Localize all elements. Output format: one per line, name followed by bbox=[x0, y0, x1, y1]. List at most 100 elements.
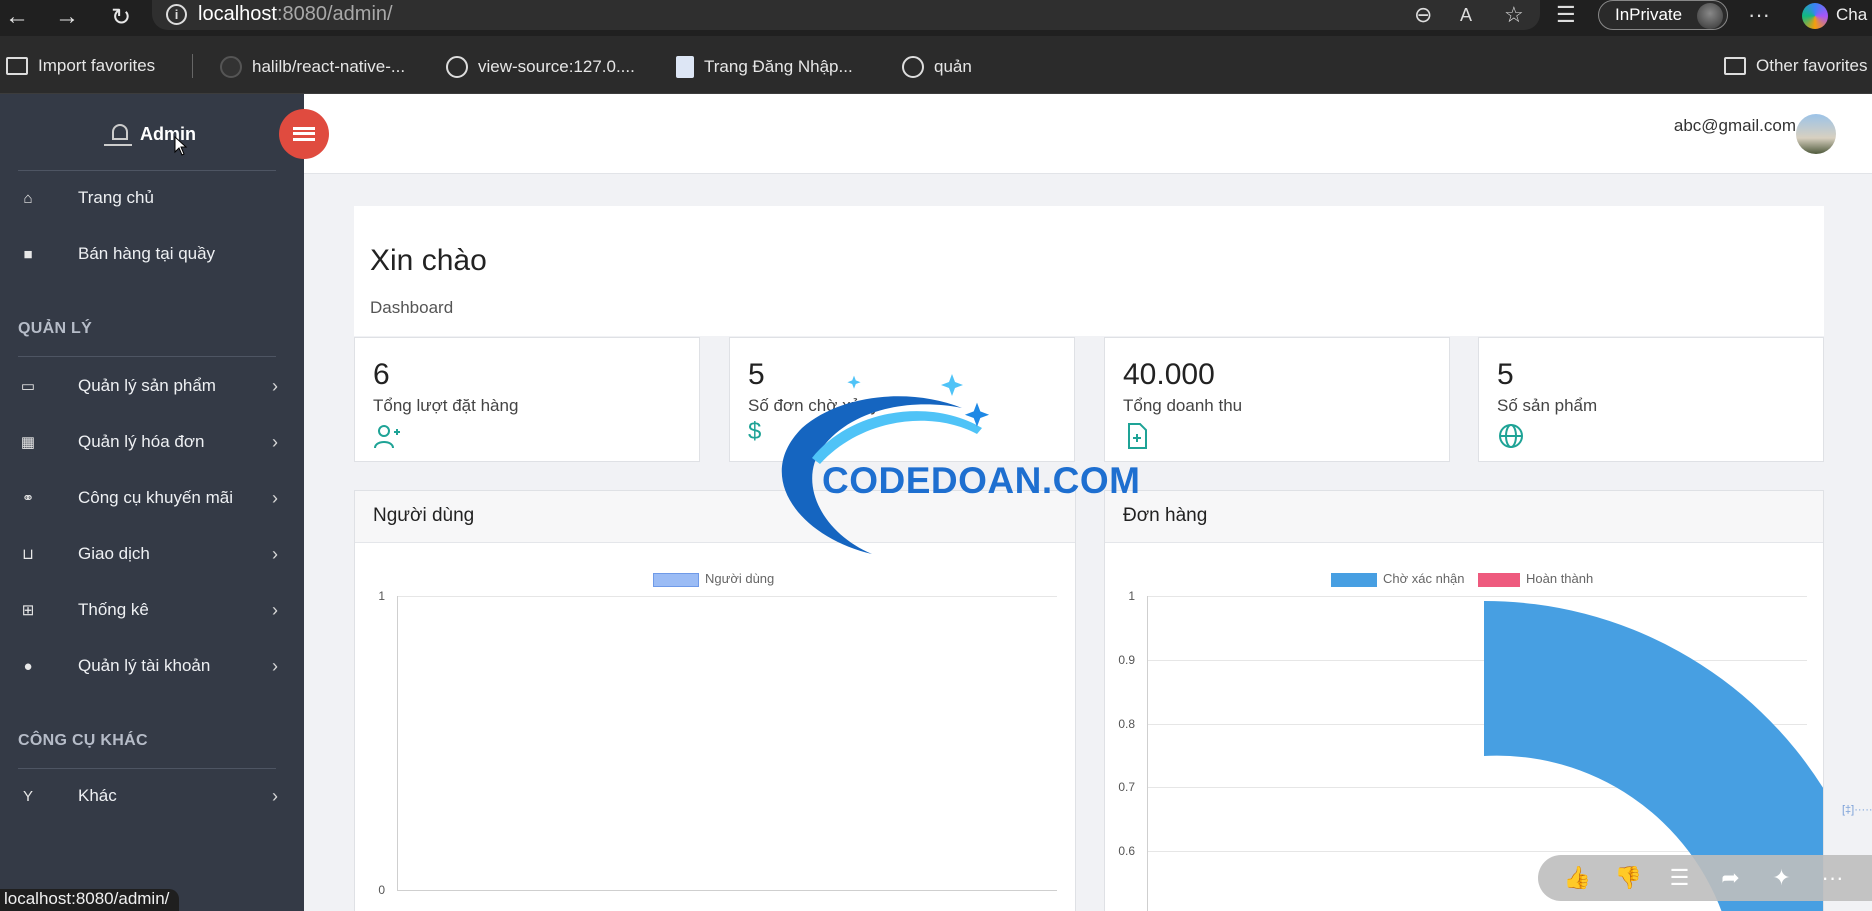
chevron-right-icon: › bbox=[272, 599, 278, 620]
more-options-icon[interactable]: ··· bbox=[1818, 865, 1848, 891]
copilot-label[interactable]: Cha bbox=[1836, 5, 1867, 25]
chart-legend-item[interactable]: Người dùng bbox=[653, 571, 774, 587]
address-bar[interactable]: i localhost:8080/admin/ ⊖ A ☆ bbox=[152, 0, 1540, 30]
pie-chart bbox=[1484, 600, 1823, 911]
table-icon: ▦ bbox=[20, 434, 36, 451]
sidebar-item-home[interactable]: ⌂ Trang chủ bbox=[0, 178, 304, 218]
link-status-bar: localhost:8080/admin/ bbox=[0, 889, 180, 911]
scroll-marker: [‡]······ bbox=[1842, 804, 1872, 816]
chart-card-users: Người dùng Người dùng 1 0 bbox=[354, 490, 1076, 911]
folder-icon bbox=[1724, 57, 1746, 75]
sidebar-item-label: Giao dịch bbox=[78, 544, 150, 563]
favorite-github[interactable]: halilb/react-native-... bbox=[220, 56, 405, 78]
stat-card-orders: 6 Tổng lượt đặt hàng bbox=[354, 337, 700, 462]
favorite-quan[interactable]: quản bbox=[902, 56, 972, 78]
more-icon[interactable]: ··· bbox=[1748, 2, 1770, 28]
user-plus-icon bbox=[374, 425, 400, 449]
sidebar-divider bbox=[18, 170, 276, 171]
stat-value: 5 bbox=[1497, 358, 1514, 391]
site-info-icon[interactable]: i bbox=[166, 4, 187, 25]
dollar-icon: $ bbox=[748, 418, 762, 445]
sitemap-icon: ⊞ bbox=[21, 602, 35, 619]
sidebar-divider bbox=[18, 768, 276, 769]
import-icon bbox=[6, 57, 28, 75]
favorite-view-source[interactable]: view-source:127.0.... bbox=[446, 56, 635, 78]
stat-label: Tổng doanh thu bbox=[1123, 396, 1243, 415]
legend-swatch bbox=[653, 572, 699, 587]
sidebar-item-label: Công cụ khuyến mãi bbox=[78, 488, 233, 507]
sidebar-item-promotions[interactable]: ⚭ Công cụ khuyến mãi › bbox=[0, 478, 304, 518]
chevron-right-icon: › bbox=[272, 543, 278, 564]
sidebar-item-invoices[interactable]: ▦ Quản lý hóa đơn › bbox=[0, 422, 304, 462]
stat-label: Số sản phẩm bbox=[1497, 396, 1598, 415]
globe-icon bbox=[1499, 424, 1523, 448]
stat-card-revenue: 40.000 Tổng doanh thu bbox=[1104, 337, 1450, 462]
cocktail-icon: Y bbox=[22, 787, 33, 805]
menu-icon bbox=[293, 127, 315, 141]
globe-icon bbox=[446, 56, 468, 78]
sidebar-item-pos[interactable]: ■ Bán hàng tại quầy bbox=[0, 234, 304, 274]
legend-label: Người dùng bbox=[705, 571, 775, 586]
share-icon[interactable]: ➦ bbox=[1716, 865, 1746, 891]
sidebar-item-products[interactable]: ▭ Quản lý sản phẩm › bbox=[0, 366, 304, 406]
page-subtitle: Dashboard bbox=[370, 298, 454, 317]
avatar[interactable] bbox=[1796, 114, 1836, 154]
sidebar-item-label: Thống kê bbox=[78, 600, 149, 619]
stat-card-products: 5 Số sản phẩm bbox=[1478, 337, 1824, 462]
sidebar-item-label: Quản lý tài khoản bbox=[78, 656, 211, 675]
favorite-login-page[interactable]: Trang Đăng Nhập... bbox=[676, 56, 853, 78]
page-icon bbox=[676, 56, 694, 78]
section-heading-other: CÔNG CỤ KHÁC bbox=[18, 732, 148, 749]
bag-icon: ■ bbox=[23, 245, 33, 263]
sidebar-item-other[interactable]: Y Khác › bbox=[0, 776, 304, 816]
user-email[interactable]: abc@gmail.com bbox=[1674, 116, 1796, 136]
chevron-right-icon: › bbox=[272, 487, 278, 508]
user-icon: ● bbox=[23, 657, 33, 675]
sidebar-item-label: Bán hàng tại quầy bbox=[78, 244, 216, 263]
thumbs-up-icon[interactable]: 👍 bbox=[1563, 865, 1593, 891]
top-header: abc@gmail.com bbox=[304, 94, 1872, 174]
inprivate-badge[interactable]: InPrivate bbox=[1598, 0, 1728, 30]
other-favorites[interactable]: Other favorites bbox=[1724, 56, 1868, 76]
url-text: localhost:8080/admin/ bbox=[198, 3, 393, 25]
favorites-list-icon[interactable]: ☰ bbox=[1556, 2, 1576, 28]
stat-label: Số đơn chờ xử lý bbox=[748, 396, 880, 415]
sidebar-item-transactions[interactable]: ⊔ Giao dịch › bbox=[0, 534, 304, 574]
thumbs-down-icon[interactable]: 👎 bbox=[1614, 865, 1644, 891]
y-tick-label: 0 bbox=[378, 883, 385, 897]
chart-card-orders: Đơn hàng Chờ xác nhận Hoàn thành 1 0.9 0… bbox=[1104, 490, 1824, 911]
laptop-icon: ▭ bbox=[20, 378, 36, 395]
copilot-icon[interactable] bbox=[1802, 3, 1828, 29]
read-aloud-icon[interactable]: A bbox=[1460, 5, 1472, 26]
globe-icon bbox=[902, 56, 924, 78]
stat-value: 5 bbox=[748, 358, 765, 391]
sidebar-divider bbox=[18, 356, 276, 357]
chart-title: Người dùng bbox=[355, 491, 1075, 543]
sidebar: Admin ⌂ Trang chủ ■ Bán hàng tại quầy QU… bbox=[0, 94, 304, 911]
gridline bbox=[397, 596, 1057, 597]
file-plus-icon bbox=[1128, 423, 1147, 449]
hanger-logo-icon bbox=[104, 122, 132, 146]
sidebar-item-label: Trang chủ bbox=[78, 188, 154, 207]
zoom-icon[interactable]: ⊖ bbox=[1414, 2, 1432, 28]
handshake-icon: ⚭ bbox=[21, 490, 35, 507]
stat-value: 6 bbox=[373, 358, 390, 391]
comment-icon[interactable]: ☰ bbox=[1665, 865, 1695, 891]
stat-card-pending: 5 Số đơn chờ xử lý $ bbox=[729, 337, 1075, 462]
mouse-cursor-icon bbox=[174, 136, 188, 156]
favorites-divider bbox=[192, 54, 193, 78]
sidebar-item-label: Khác bbox=[78, 786, 117, 805]
sparkle-icon[interactable]: ✦ bbox=[1767, 865, 1797, 891]
forward-icon[interactable]: → bbox=[52, 2, 82, 32]
chevron-right-icon: › bbox=[272, 655, 278, 676]
sidebar-toggle-button[interactable] bbox=[279, 109, 329, 159]
welcome-card: Xin chào Dashboard bbox=[354, 206, 1824, 336]
refresh-icon[interactable]: ↻ bbox=[106, 2, 136, 32]
back-icon[interactable]: ← bbox=[2, 2, 32, 32]
sidebar-item-statistics[interactable]: ⊞ Thống kê › bbox=[0, 590, 304, 630]
y-tick-label: 1 bbox=[378, 589, 385, 603]
basket-icon: ⊔ bbox=[22, 546, 34, 563]
favorite-import[interactable]: Import favorites bbox=[6, 56, 155, 76]
sidebar-item-accounts[interactable]: ● Quản lý tài khoản › bbox=[0, 646, 304, 686]
favorite-star-icon[interactable]: ☆ bbox=[1504, 2, 1524, 28]
